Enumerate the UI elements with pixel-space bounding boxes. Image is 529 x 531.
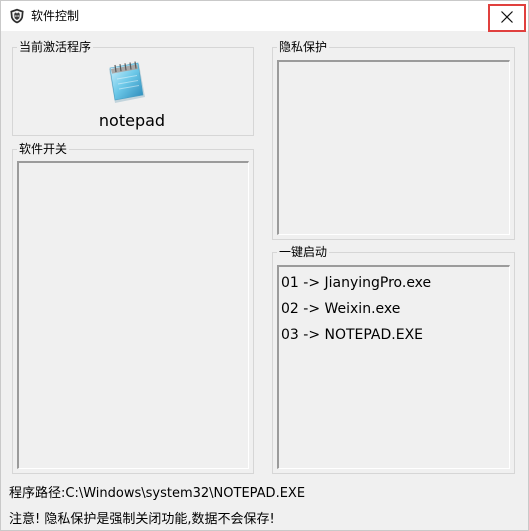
program-path-text: 程序路径:C:\Windows\system32\NOTEPAD.EXE: [9, 486, 306, 501]
close-button[interactable]: [488, 4, 526, 32]
privacy-notice-text: 注意! 隐私保护是强制关闭功能,数据不会保存!: [9, 512, 275, 527]
current-app-name: notepad: [98, 111, 166, 130]
notepad-icon: [103, 59, 151, 107]
software-switch-list[interactable]: [17, 161, 249, 469]
main-window: 软件控制 当前激活程序 notepad 软件开关 隐私保护 一键启动 01 ->…: [0, 0, 529, 531]
window-title: 软件控制: [31, 9, 80, 23]
title-bar[interactable]: 软件控制: [1, 1, 528, 32]
current-app-group-label: 当前激活程序: [17, 40, 94, 54]
privacy-group-label: 隐私保护: [277, 40, 330, 54]
privacy-list[interactable]: [277, 60, 510, 235]
close-icon: [501, 10, 513, 26]
app-shield-icon: [9, 8, 25, 24]
list-item[interactable]: 03 -> NOTEPAD.EXE: [279, 322, 509, 348]
one-click-list[interactable]: 01 -> JianyingPro.exe 02 -> Weixin.exe 0…: [277, 265, 510, 469]
list-item[interactable]: 02 -> Weixin.exe: [279, 296, 509, 322]
software-switch-group-label: 软件开关: [17, 142, 70, 156]
one-click-group-label: 一键启动: [277, 245, 330, 259]
list-item[interactable]: 01 -> JianyingPro.exe: [279, 270, 509, 296]
